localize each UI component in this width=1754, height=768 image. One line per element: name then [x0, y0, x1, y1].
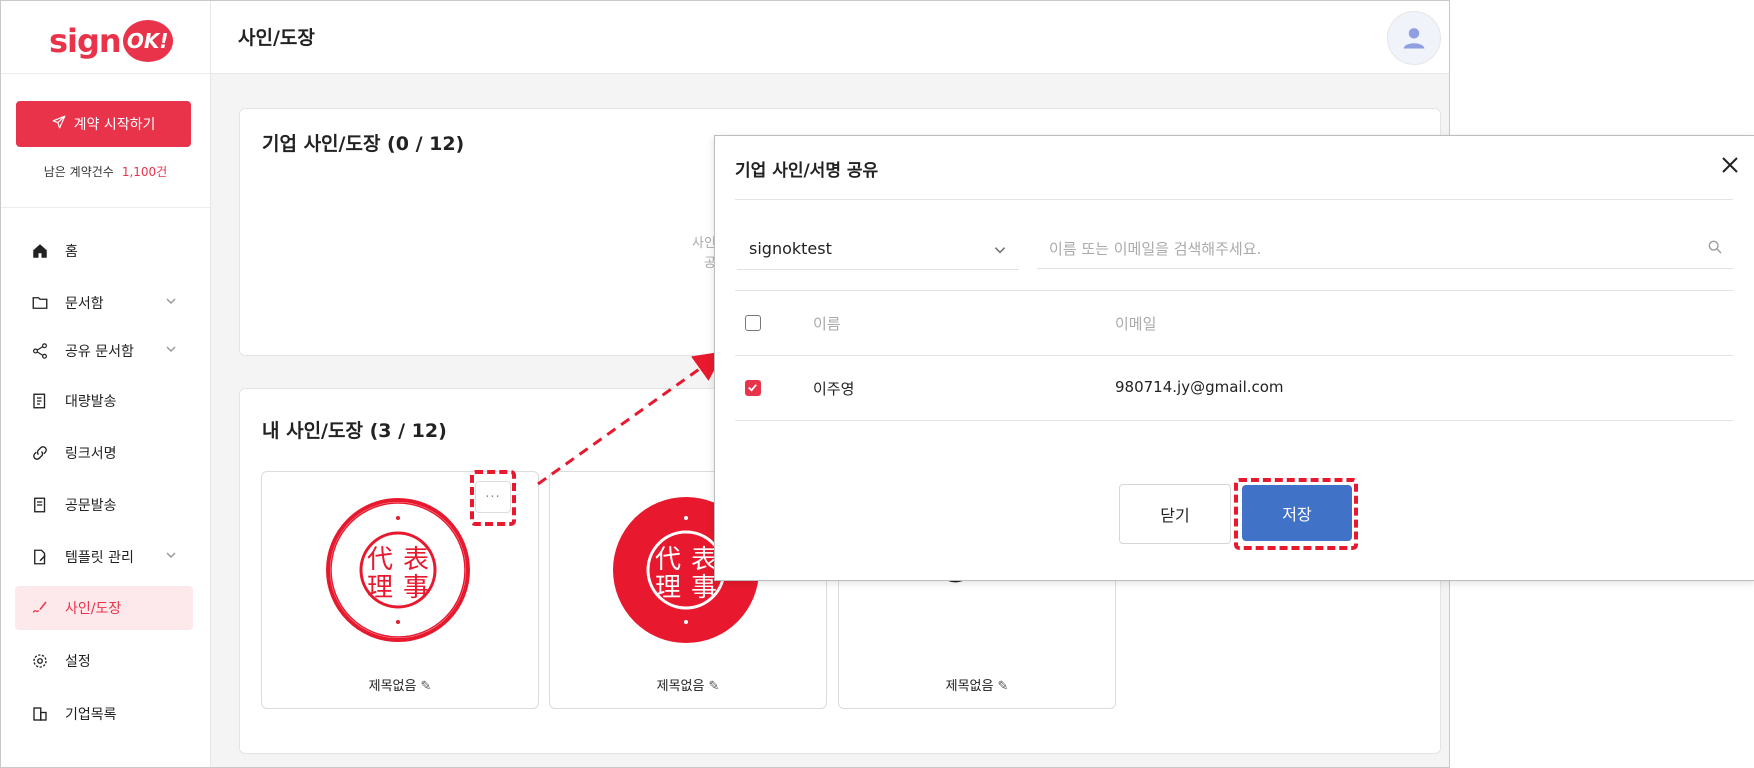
more-button-highlight: [470, 470, 516, 526]
remaining-count: 1,100건: [121, 165, 168, 179]
sidebar-item-label: 설정: [65, 654, 91, 670]
sidebar-item-label: 템플릿 관리: [65, 550, 134, 566]
remaining-contracts: 남은 계약건수 1,100건: [1, 163, 210, 180]
row-checkbox[interactable]: [745, 380, 761, 396]
logo-text: sign: [49, 22, 122, 60]
building-icon: [29, 703, 51, 725]
sidebar-item-link-sign[interactable]: 링크서명: [15, 431, 193, 475]
select-all-checkbox[interactable]: [745, 315, 761, 331]
empty-placeholder-line1: 사인: [692, 236, 716, 251]
sidebar: sign OK! 계약 시작하기 남은 계약건수 1,100건 홈 문서함 공유…: [1, 1, 211, 767]
page-title: 사인/도장: [238, 27, 315, 49]
chevron-down-icon: [165, 343, 177, 359]
table-row: 이주영 980714.jy@gmail.com: [735, 356, 1733, 421]
sidebar-divider: [1, 73, 210, 74]
table-header: 이름 이메일: [735, 291, 1733, 356]
chevron-down-icon: [993, 242, 1007, 261]
share-icon: [29, 340, 51, 362]
column-header-name: 이름: [813, 315, 841, 333]
sidebar-item-signature-stamp[interactable]: 사인/도장: [15, 586, 193, 630]
stamp-char: 理: [367, 573, 393, 603]
search-input[interactable]: [1037, 228, 1691, 270]
search-icon[interactable]: [1707, 239, 1723, 259]
row-email: 980714.jy@gmail.com: [1115, 378, 1284, 396]
save-button-highlight: [1234, 478, 1358, 550]
avatar[interactable]: [1387, 11, 1441, 65]
modal-title: 기업 사인/서명 공유: [735, 161, 879, 181]
stamp-char: 理: [655, 573, 681, 603]
column-header-email: 이메일: [1115, 315, 1157, 333]
sidebar-item-label: 문서함: [65, 296, 104, 312]
sidebar-item-label: 대량발송: [65, 394, 117, 410]
sidebar-item-label: 기업목록: [65, 707, 117, 723]
sidebar-item-settings[interactable]: 설정: [15, 639, 193, 683]
sidebar-item-label: 홈: [65, 244, 78, 260]
paper-plane-icon: [52, 115, 66, 133]
sidebar-item-company-list[interactable]: 기업목록: [15, 692, 193, 736]
company-select-value: signoktest: [749, 239, 832, 258]
bulk-send-icon: [29, 390, 51, 412]
stamp-char: 代: [655, 545, 681, 575]
modal-divider: [735, 199, 1733, 200]
company-select[interactable]: signoktest: [737, 228, 1019, 270]
sidebar-item-official-letter[interactable]: 공문발송: [15, 483, 193, 527]
pencil-icon[interactable]: ✎: [708, 679, 719, 694]
document-icon: [29, 494, 51, 516]
sidebar-item-template-management[interactable]: 템플릿 관리: [15, 535, 193, 579]
search-field: [1037, 228, 1733, 270]
company-signature-title: 기업 사인/도장 (0 / 12): [262, 133, 465, 155]
sidebar-item-documents[interactable]: 문서함: [15, 281, 193, 325]
pencil-icon[interactable]: ✎: [997, 679, 1008, 694]
logo[interactable]: sign OK!: [49, 15, 173, 67]
signature-icon: [29, 597, 51, 619]
remaining-label: 남은 계약건수: [43, 165, 114, 179]
check-icon: [748, 384, 757, 392]
pencil-icon[interactable]: ✎: [420, 679, 431, 694]
stamp-title[interactable]: 제목없음 ✎: [550, 675, 826, 694]
sidebar-item-label: 공문발송: [65, 498, 117, 514]
sidebar-item-label: 공유 문서함: [65, 344, 134, 360]
sidebar-item-label: 사인/도장: [65, 601, 122, 617]
top-bar: 사인/도장: [211, 1, 1449, 74]
template-icon: [29, 546, 51, 568]
stamp-title[interactable]: 제목없음 ✎: [839, 675, 1115, 694]
stamp-title-label: 제목없음: [945, 679, 994, 694]
stamp-char: 代: [367, 545, 393, 575]
stamp-title-label: 제목없음: [368, 679, 417, 694]
stamp-char: 事: [403, 573, 429, 603]
stamp-title[interactable]: 제목없음 ✎: [262, 675, 538, 694]
start-contract-button[interactable]: 계약 시작하기: [16, 101, 191, 147]
chevron-down-icon: [165, 295, 177, 311]
folder-icon: [29, 292, 51, 314]
start-contract-label: 계약 시작하기: [73, 117, 156, 133]
row-name: 이주영: [813, 380, 855, 398]
gear-icon: [29, 650, 51, 672]
logo-badge: OK!: [122, 20, 173, 62]
sidebar-divider: [1, 207, 210, 208]
close-button[interactable]: 닫기: [1119, 484, 1231, 544]
chevron-down-icon: [165, 549, 177, 565]
link-icon: [29, 442, 51, 464]
sidebar-item-shared-documents[interactable]: 공유 문서함: [15, 329, 193, 373]
stamp-char: 表: [403, 545, 429, 575]
sidebar-item-bulk-send[interactable]: 대량발송: [15, 379, 193, 423]
stamp-title-label: 제목없음: [656, 679, 705, 694]
sidebar-item-label: 링크서명: [65, 446, 117, 462]
user-icon: [1403, 28, 1425, 49]
sidebar-item-home[interactable]: 홈: [15, 229, 193, 273]
my-signature-title: 내 사인/도장 (3 / 12): [262, 420, 447, 442]
close-icon[interactable]: [1719, 154, 1741, 176]
home-icon: [29, 240, 51, 262]
